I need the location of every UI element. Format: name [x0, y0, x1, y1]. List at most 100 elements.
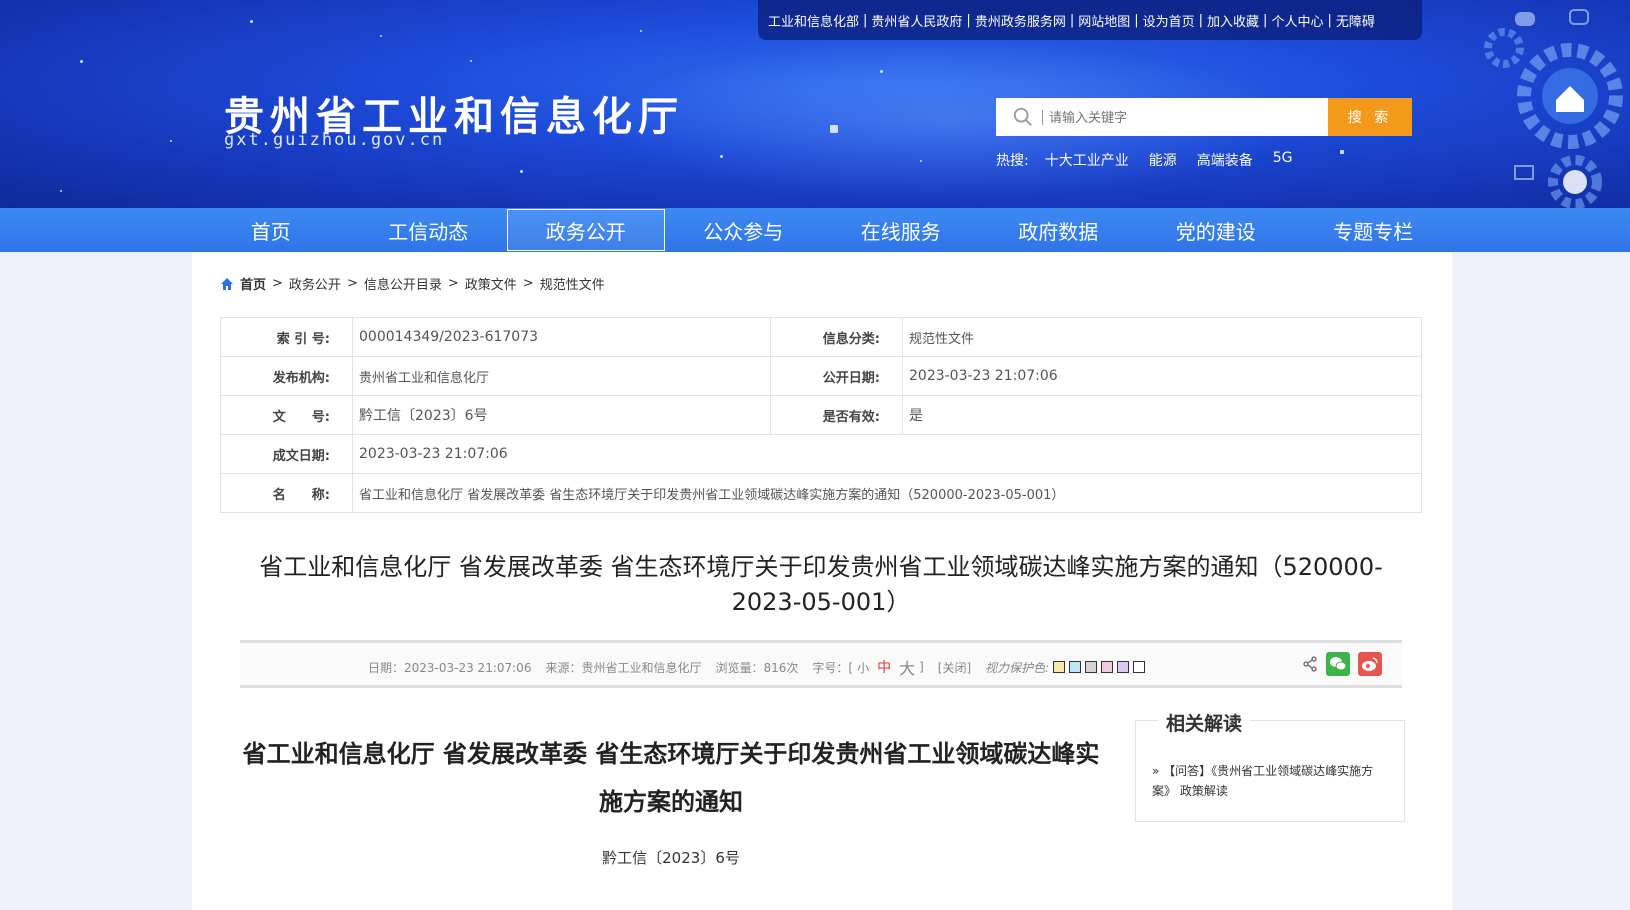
info-label: 成文日期: [220, 434, 353, 474]
table-row: 发布机构: 贵州省工业和信息化厅 公开日期: 2023-03-23 21:07:… [220, 356, 1422, 396]
home-icon [221, 277, 233, 290]
search-input[interactable] [1042, 109, 1312, 125]
info-value: 000014349/2023-617073 [352, 317, 771, 357]
hot-term[interactable]: 5G [1273, 150, 1293, 170]
color-swatch-gray[interactable] [1085, 661, 1098, 673]
table-row: 索 引 号: 000014349/2023-617073 信息分类: 规范性文件 [220, 317, 1422, 357]
hot-search: 热搜: 十大工业产业 能源 高端装备 5G [996, 150, 1292, 170]
star-dot [520, 170, 523, 173]
info-value: 是 [902, 395, 1422, 435]
star-dot [720, 155, 723, 158]
article-title: 省工业和信息化厅 省发展改革委 省生态环境厅关于印发贵州省工业领域碳达峰实施方案… [242, 740, 1100, 816]
close-button[interactable]: [关闭] [938, 659, 971, 676]
top-links-bar: 工业和信息化部 | 贵州省人民政府 | 贵州政务服务网 | 网站地图 | 设为首页 | 加… [758, 0, 1422, 40]
top-link[interactable]: 无障碍 [1336, 11, 1375, 30]
info-value: 黔工信〔2023〕6号 [352, 395, 771, 435]
meta-views: 浏览量：816次 [715, 660, 799, 675]
info-value: 省工业和信息化厅 省发展改革委 省生态环境厅关于印发贵州省工业领域碳达峰实施方案… [352, 473, 1422, 513]
meta-line: 日期：2023-03-23 21:07:06 来源：贵州省工业和信息化厅 浏览量… [368, 655, 1146, 679]
star-dot [80, 60, 83, 63]
wechat-icon[interactable] [1326, 652, 1350, 676]
gear-icon [1484, 9, 1623, 208]
breadcrumb-item[interactable]: 政策文件 [465, 274, 517, 293]
star-dot [250, 20, 253, 23]
color-swatch-white[interactable] [1133, 661, 1146, 673]
search-button[interactable]: 搜 索 [1328, 98, 1412, 136]
star-dot [1340, 150, 1344, 154]
star-dot [830, 125, 838, 133]
top-link[interactable]: 贵州省人民政府 [871, 11, 962, 30]
font-mid-button[interactable]: 中 [877, 657, 891, 677]
font-big-button[interactable]: 大 [899, 655, 915, 679]
table-row: 成文日期: 2023-03-23 21:07:06 [220, 434, 1422, 474]
top-link[interactable]: 网站地图 [1078, 11, 1130, 30]
nav-item-topics[interactable]: 专题专栏 [1295, 208, 1453, 252]
main-nav: 首页 工信动态 政务公开 公众参与 在线服务 政府数据 党的建设 专题专栏 [0, 208, 1630, 252]
nav-item-gov-affairs[interactable]: 政务公开 [507, 209, 665, 251]
nav-item-party[interactable]: 党的建设 [1137, 208, 1295, 252]
info-value: 规范性文件 [902, 317, 1422, 357]
table-row: 文 号: 黔工信〔2023〕6号 是否有效: 是 [220, 395, 1422, 435]
hot-search-label: 热搜: [996, 153, 1029, 169]
meta-date: 日期：2023-03-23 21:07:06 [368, 660, 532, 675]
hot-term[interactable]: 能源 [1149, 150, 1177, 170]
share-icon[interactable] [1302, 656, 1318, 672]
related-item-link[interactable]: » 【问答】《贵州省工业领域碳达峰实施方案》 政策解读 [1152, 761, 1392, 801]
info-value: 2023-03-23 21:07:06 [902, 356, 1422, 396]
star-dot [640, 30, 642, 32]
font-size-label: 字号：[ [812, 660, 854, 675]
top-link[interactable]: 加入收藏 [1207, 11, 1259, 30]
nav-item-news[interactable]: 工信动态 [350, 208, 508, 252]
breadcrumb: 首页 > 政务公开 > 信息公开目录 > 政策文件 > 规范性文件 [220, 274, 605, 293]
color-swatch-blue[interactable] [1069, 661, 1082, 673]
info-value: 贵州省工业和信息化厅 [352, 356, 771, 396]
top-link[interactable]: 贵州政务服务网 [975, 11, 1066, 30]
article-doc-no: 黔工信〔2023〕6号 [602, 849, 740, 867]
site-domain: gxt.guizhou.gov.cn [224, 130, 445, 150]
table-row: 名 称: 省工业和信息化厅 省发展改革委 省生态环境厅关于印发贵州省工业领域碳达… [220, 473, 1422, 513]
main-content: 首页 > 政务公开 > 信息公开目录 > 政策文件 > 规范性文件 索 引 号:… [192, 252, 1452, 910]
info-label: 索 引 号: [220, 317, 353, 357]
top-link[interactable]: 工业和信息化部 [768, 11, 859, 30]
star-dot [380, 35, 382, 37]
site-header: 工业和信息化部 | 贵州省人民政府 | 贵州政务服务网 | 网站地图 | 设为首页 | 加… [0, 0, 1630, 208]
color-swatch-pink[interactable] [1101, 661, 1114, 673]
info-label: 发布机构: [220, 356, 353, 396]
nav-item-gov-data[interactable]: 政府数据 [980, 208, 1138, 252]
search-box [996, 98, 1328, 136]
breadcrumb-item[interactable]: 信息公开目录 [364, 274, 442, 293]
info-label: 名 称: [220, 473, 353, 513]
search-icon [1013, 107, 1032, 126]
info-value: 2023-03-23 21:07:06 [352, 434, 1422, 474]
nav-item-home[interactable]: 首页 [192, 208, 350, 252]
related-title: 相关解读 [1158, 709, 1251, 736]
eye-protect-label: 视力保护色: [985, 660, 1050, 675]
star-dot [470, 60, 472, 62]
weibo-icon[interactable] [1358, 652, 1382, 676]
star-dot [60, 190, 62, 192]
nav-item-online-service[interactable]: 在线服务 [822, 208, 980, 252]
info-label: 文 号: [220, 395, 353, 435]
hot-term[interactable]: 高端装备 [1197, 150, 1253, 170]
font-small-button[interactable]: 小 [857, 659, 869, 676]
info-label: 公开日期: [770, 356, 903, 396]
hot-term[interactable]: 十大工业产业 [1045, 150, 1129, 170]
meta-source: 来源：贵州省工业和信息化厅 [545, 660, 702, 675]
nav-item-public[interactable]: 公众参与 [665, 208, 823, 252]
top-link[interactable]: 设为首页 [1143, 11, 1195, 30]
star-dot [170, 140, 172, 142]
top-link[interactable]: 个人中心 [1271, 11, 1323, 30]
breadcrumb-item[interactable]: 规范性文件 [540, 274, 605, 293]
breadcrumb-item[interactable]: 首页 [240, 274, 266, 293]
color-swatch-yellow[interactable] [1053, 661, 1066, 673]
info-label: 是否有效: [770, 395, 903, 435]
font-size-end: ] [919, 660, 924, 674]
meta-bar: 日期：2023-03-23 21:07:06 来源：贵州省工业和信息化厅 浏览量… [240, 640, 1402, 688]
star-dot [880, 70, 883, 73]
color-swatch-purple[interactable] [1117, 661, 1130, 673]
info-label: 信息分类: [770, 317, 903, 357]
related-panel: 相关解读 » 【问答】《贵州省工业领域碳达峰实施方案》 政策解读 [1135, 709, 1405, 822]
doc-title: 省工业和信息化厅 省发展改革委 省生态环境厅关于印发贵州省工业领域碳达峰实施方案… [259, 553, 1383, 616]
breadcrumb-item[interactable]: 政务公开 [289, 274, 341, 293]
star-dot [920, 160, 922, 162]
